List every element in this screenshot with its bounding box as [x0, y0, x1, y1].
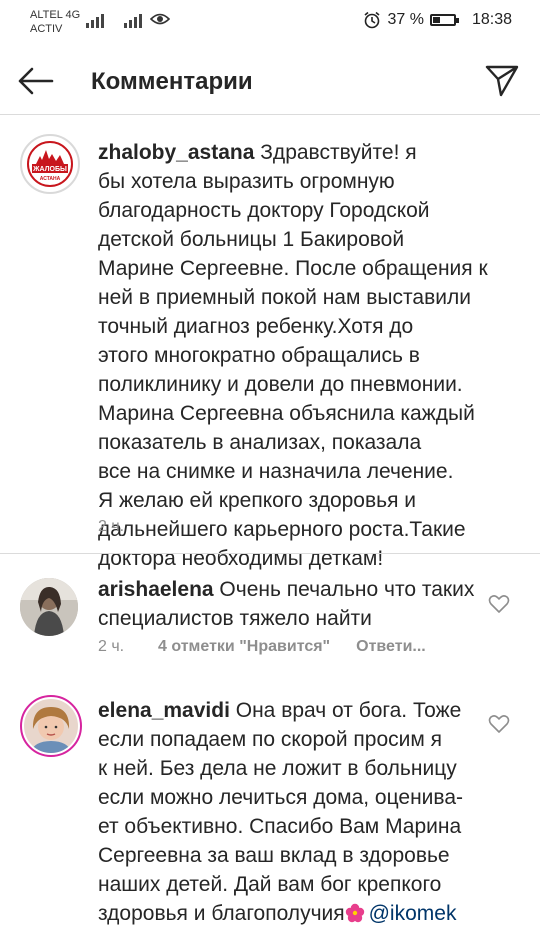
- caption-line: все на снимке и назначила лечение.: [98, 460, 454, 483]
- caption-line: детской больницы 1 Бакировой: [98, 228, 405, 251]
- signal-icon: [86, 12, 104, 28]
- comment-text: elena_mavidi Она врач от бога. Тоже если…: [98, 696, 490, 928]
- username[interactable]: zhaloby_astana: [98, 141, 254, 164]
- comment-line: наших детей. Дай вам бог крепкого: [98, 873, 442, 896]
- clock: 18:38: [471, 11, 512, 28]
- battery-icon: [429, 14, 459, 26]
- caption-line: Марине Сергеевне. После обращения к: [98, 257, 488, 280]
- comment-line: Очень печально что таких: [219, 578, 475, 601]
- caption-line: точный диагноз ребенку.Хотя до: [98, 315, 414, 338]
- avatar[interactable]: [20, 578, 78, 636]
- caption-line: ней в приемный покой нам выставили: [98, 286, 471, 309]
- username[interactable]: elena_mavidi: [98, 699, 230, 722]
- comment-text: arishaelena Очень печально что таких спе…: [98, 575, 490, 633]
- avatar[interactable]: ЖАЛОБЫ АСТАНА: [20, 134, 80, 194]
- comment-line: Она врач от бога. Тоже: [235, 699, 462, 722]
- user-photo-icon: [24, 699, 78, 753]
- likes-count[interactable]: 4 отметки "Нравится": [158, 638, 330, 656]
- caption-line: Я желаю ей крепкого здоровья и: [98, 489, 417, 512]
- comment-line: если попадаем по скорой просим я: [98, 728, 442, 751]
- logo-text: ЖАЛОБЫ: [32, 166, 67, 173]
- carrier-name: ALTEL 4G: [30, 9, 81, 21]
- caption-text: zhaloby_astana Здравствуйте! я бы хотела…: [98, 138, 490, 573]
- zhaloby-logo-icon: ЖАЛОБЫ АСТАНА: [24, 138, 76, 190]
- user-photo-icon: [20, 578, 78, 636]
- comment-line: здоровья и благополучия: [98, 902, 345, 925]
- back-arrow-icon[interactable]: [16, 64, 56, 98]
- page-title: Комментарии: [91, 68, 253, 95]
- logo-subtext: АСТАНА: [40, 176, 61, 182]
- status-bar: ALTEL 4G ACTIV 37 % 18:38: [0, 0, 540, 48]
- reply-button[interactable]: Ответи...: [356, 638, 426, 656]
- carrier-info: ALTEL 4G ACTIV: [30, 8, 80, 36]
- timestamp: 2 ч.: [98, 638, 125, 655]
- comments-header: Комментарии: [0, 48, 540, 115]
- timestamp: 2 ч.: [98, 518, 125, 535]
- carrier-name-2: ACTIV: [30, 23, 63, 35]
- comment-line: если можно лечиться дома, оценива-: [98, 786, 463, 809]
- signal-icon-2: [124, 12, 142, 28]
- caption-line: благодарность доктору Городской: [98, 199, 430, 222]
- comment-line: Сергеевна за ваш вклад в здоровье: [98, 844, 450, 867]
- direct-send-icon[interactable]: [484, 64, 520, 98]
- caption-line: Здравствуйте! я: [260, 141, 417, 164]
- user-mention-link[interactable]: @ikomek: [369, 902, 457, 925]
- caption-meta: 2 ч.: [98, 518, 158, 536]
- alarm-icon: [364, 11, 380, 29]
- comment-line: к ней. Без дела не ложит в больницу: [98, 757, 457, 780]
- like-heart-icon[interactable]: [488, 714, 510, 734]
- caption-line: доктора необходимы деткам!: [98, 547, 384, 570]
- comment-meta: 2 ч. 4 отметки "Нравится" Ответи...: [98, 638, 426, 656]
- eye-comfort-icon: [150, 13, 170, 25]
- comment-line: ет объективно. Спасибо Вам Марина: [98, 815, 462, 838]
- like-heart-icon[interactable]: [488, 594, 510, 614]
- username[interactable]: arishaelena: [98, 578, 214, 601]
- comment-line: специалистов тяжело найти: [98, 607, 372, 630]
- avatar[interactable]: [20, 695, 82, 757]
- status-right: 37 % 18:38: [363, 11, 512, 29]
- caption-line: показатель в анализах, показала: [98, 431, 422, 454]
- caption-line: этого многократно обращались в: [98, 344, 420, 367]
- hibiscus-emoji-icon: [345, 903, 364, 923]
- caption-line: поликлинику и довели до пневмонии.: [98, 373, 463, 396]
- caption-line: Марина Сергеевна объяснила каждый: [98, 402, 475, 425]
- battery-percent: 37 %: [387, 11, 424, 28]
- divider: [0, 553, 540, 554]
- caption-line: бы хотела выразить огромную: [98, 170, 395, 193]
